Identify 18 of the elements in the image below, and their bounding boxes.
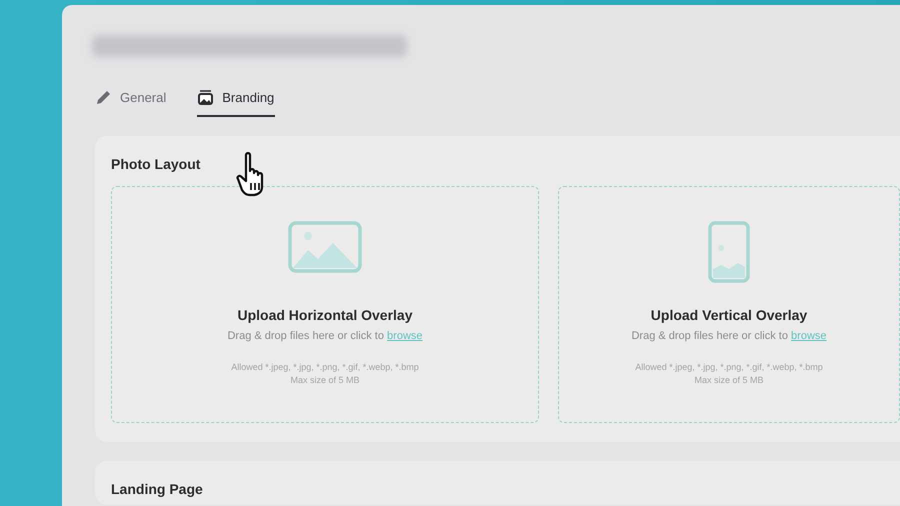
allowed-formats: Allowed *.jpeg, *.jpg, *.png, *.gif, *.webp, *.bmp <box>635 362 823 372</box>
tab[interactable]: Branding <box>197 89 276 117</box>
upload-instructions: Drag & drop files here or click to <box>631 330 789 342</box>
upload-title: Upload Horizontal Overlay <box>237 307 413 323</box>
section-title: Landing Page <box>111 481 204 497</box>
max-size: Max size of 5 MB <box>694 375 764 385</box>
upload-instructions: Drag & drop files here or click to <box>227 330 385 342</box>
image-placeholder-icon <box>708 221 750 283</box>
section-title: Photo Layout <box>111 156 202 172</box>
upload-title: Upload Vertical Overlay <box>650 307 808 323</box>
tab[interactable]: General <box>95 89 168 117</box>
pencil-icon <box>95 89 112 106</box>
max-size: Max size of 5 MB <box>290 375 360 385</box>
image-placeholder-icon <box>288 221 362 273</box>
image-icon <box>197 90 214 106</box>
allowed-formats: Allowed *.jpeg, *.jpg, *.png, *.gif, *.webp, *.bmp <box>231 362 419 372</box>
upload-dropzone[interactable]: Upload Horizontal Overlay Drag & drop files here or click to browse Allowed *.jpeg, *.jpg, *.png, *.gif, *.webp, *.bmp Max size of 5 MB <box>111 186 539 423</box>
upload-dropzone[interactable]: Upload Vertical Overlay Drag & drop files here or click to browse Allowed *.jpeg, *.jpg, *.png, *.gif, *.webp, *.bmp Max size of 5 MB <box>558 186 900 423</box>
